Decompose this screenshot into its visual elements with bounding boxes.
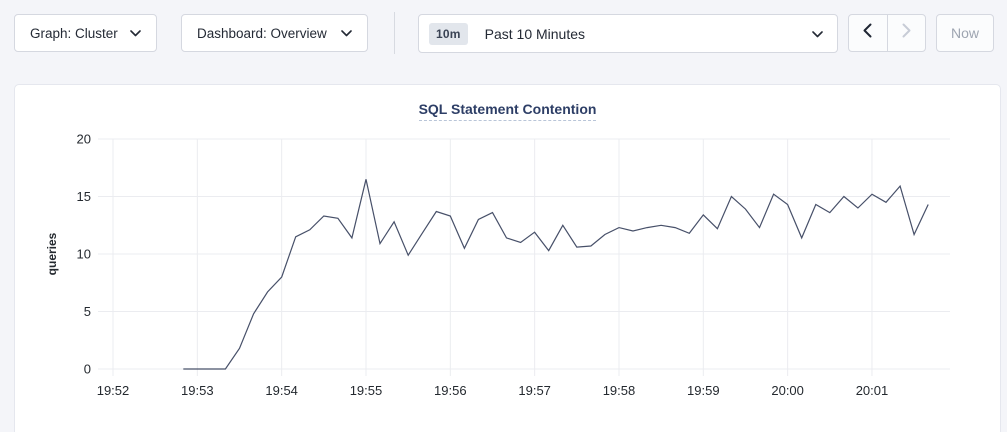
graph-dropdown[interactable]: Graph: Cluster: [14, 14, 157, 52]
x-tick-label: 19:57: [518, 383, 551, 398]
prev-time-button[interactable]: [849, 15, 887, 51]
y-tick-label: 5: [84, 304, 91, 319]
y-tick-label: 0: [84, 362, 91, 377]
x-tick-label: 19:53: [181, 383, 214, 398]
dashboard-dropdown-label: Dashboard: Overview: [197, 26, 327, 41]
chevron-right-icon: [902, 23, 911, 43]
chevron-down-icon: [812, 25, 823, 43]
chart-title[interactable]: SQL Statement Contention: [419, 101, 597, 121]
x-tick-label: 20:00: [771, 383, 804, 398]
toolbar-divider: [394, 12, 395, 54]
x-tick-label: 19:58: [603, 383, 636, 398]
next-time-button[interactable]: [887, 15, 926, 51]
y-axis-label: queries: [45, 232, 59, 275]
x-tick-label: 19:55: [350, 383, 383, 398]
x-tick-label: 19:59: [687, 383, 720, 398]
series-line: [183, 179, 928, 369]
x-tick-label: 19:54: [265, 383, 298, 398]
chevron-left-icon: [863, 23, 872, 43]
app-root: { "toolbar": { "graph": { "label": "Grap…: [0, 0, 1007, 432]
y-tick-label: 15: [77, 189, 91, 204]
dashboard-dropdown[interactable]: Dashboard: Overview: [181, 14, 368, 52]
x-tick-label: 20:01: [856, 383, 889, 398]
chevron-down-icon: [341, 30, 352, 37]
time-range-label: Past 10 Minutes: [485, 26, 812, 42]
graph-dropdown-label: Graph: Cluster: [30, 26, 118, 41]
now-button[interactable]: Now: [936, 14, 994, 52]
y-tick-label: 20: [77, 132, 91, 147]
chart-title-wrap: SQL Statement Contention: [15, 101, 1000, 121]
x-tick-label: 19:52: [97, 383, 130, 398]
chevron-down-icon: [130, 30, 141, 37]
chart-panel: 0 5 10 15 20 19:52 19:53 19:54 19:55 19:56 19:57 19…: [14, 84, 1001, 432]
x-tick-label: 19:56: [434, 383, 467, 398]
time-step-button-group: [848, 14, 926, 52]
time-range-badge: 10m: [429, 23, 468, 45]
y-tick-label: 10: [77, 247, 91, 262]
sql-statement-contention-chart[interactable]: 0 5 10 15 20 19:52 19:53 19:54 19:55 19:56 19:57 19…: [15, 85, 1000, 432]
time-range-selector[interactable]: 10m Past 10 Minutes: [418, 14, 838, 53]
